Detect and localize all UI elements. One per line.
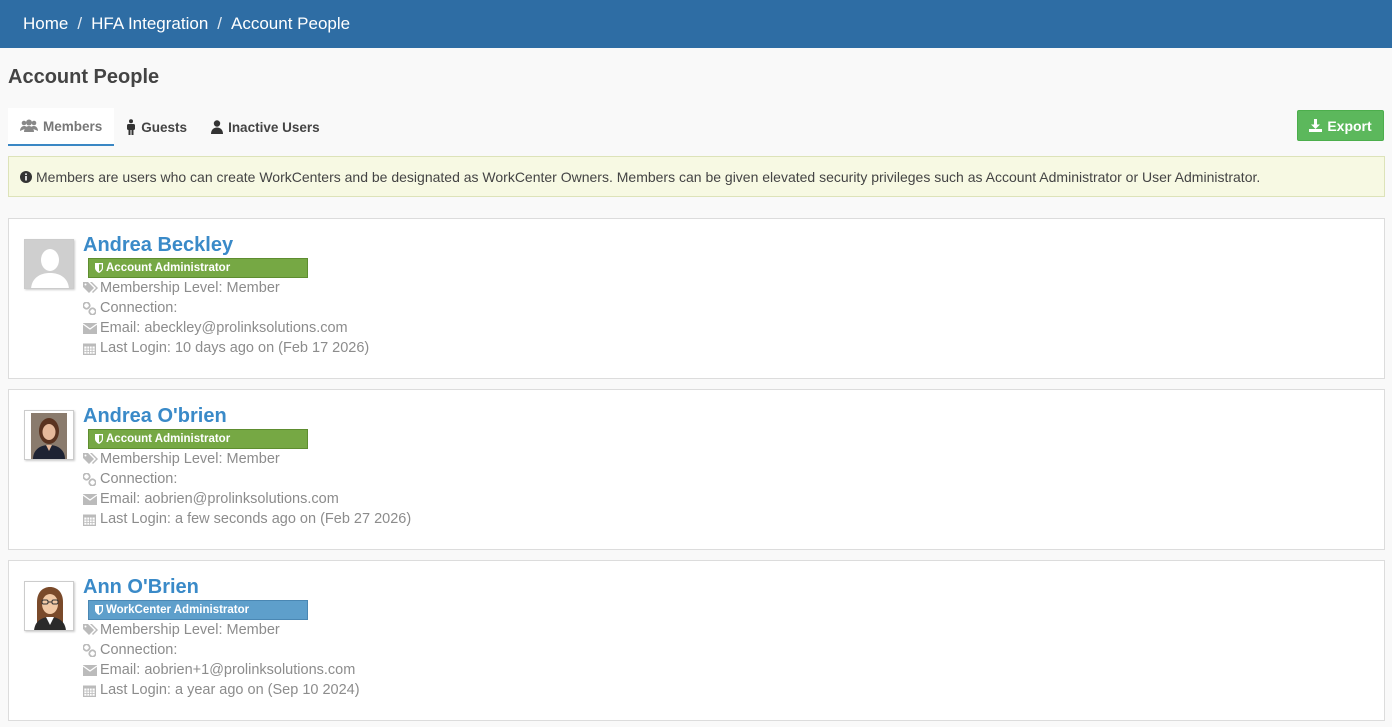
tab-inactive-users-label: Inactive Users [228, 119, 320, 135]
person-card: Ann O'Brien WorkCenter Administrator Mem… [8, 560, 1385, 721]
shield-icon [95, 605, 103, 615]
info-text: Members are users who can create WorkCen… [36, 168, 1261, 185]
export-label: Export [1327, 117, 1372, 134]
tab-list: Members Guests Inactive Users [8, 108, 1384, 146]
last-login-text: Last Login: a year ago on (Sep 10 2024) [100, 682, 360, 698]
male-icon [126, 119, 136, 135]
role-label: WorkCenter Administrator [106, 604, 250, 616]
envelope-icon [83, 664, 100, 676]
export-button[interactable]: Export [1297, 110, 1384, 141]
tab-inactive-users[interactable]: Inactive Users [199, 108, 332, 146]
breadcrumb-current: Account People [231, 14, 351, 33]
shield-icon [95, 263, 103, 273]
tags-icon [83, 453, 100, 465]
calendar-icon [83, 684, 100, 697]
last-login: Last Login: 10 days ago on (Feb 17 2026) [83, 338, 369, 358]
membership-text: Membership Level: Member [100, 280, 280, 296]
email-text: Email: abeckley@prolinksolutions.com [100, 320, 348, 336]
last-login: Last Login: a year ago on (Sep 10 2024) [83, 680, 360, 700]
cartoon-avatar[interactable] [24, 581, 74, 631]
users-icon [20, 119, 38, 133]
last-login-text: Last Login: a few seconds ago on (Feb 27… [100, 511, 412, 527]
tab-guests-label: Guests [141, 119, 188, 135]
tabs-row: Members Guests Inactive Users Export [8, 108, 1384, 148]
email: Email: aobrien@prolinksolutions.com [83, 489, 411, 509]
link-icon [83, 643, 100, 657]
person-name-link[interactable]: Ann O'Brien [83, 575, 360, 599]
photo-avatar[interactable] [24, 410, 74, 460]
page-title: Account People [8, 66, 160, 88]
breadcrumb-separator: / [77, 14, 83, 33]
person-card: Andrea O'brien Account Administrator Mem… [8, 389, 1385, 550]
tags-icon [83, 282, 100, 294]
calendar-icon [83, 342, 100, 355]
link-icon [83, 301, 100, 315]
connection-text: Connection: [100, 471, 178, 487]
breadcrumb-home-link[interactable]: Home [23, 14, 68, 34]
connection-text: Connection: [100, 642, 178, 658]
person-details: Ann O'Brien WorkCenter Administrator Mem… [83, 575, 360, 700]
email: Email: aobrien+1@prolinksolutions.com [83, 660, 360, 680]
membership-level: Membership Level: Member [83, 620, 360, 640]
role-label: Account Administrator [106, 262, 231, 274]
membership-level: Membership Level: Member [83, 449, 411, 469]
connection-text: Connection: [100, 300, 178, 316]
breadcrumb-hfa-link[interactable]: HFA Integration [91, 14, 208, 34]
membership-level: Membership Level: Member [83, 278, 369, 298]
connection: Connection: [83, 469, 411, 489]
connection: Connection: [83, 640, 360, 660]
person-details: Andrea Beckley Account Administrator Mem… [83, 233, 369, 358]
last-login-text: Last Login: 10 days ago on (Feb 17 2026) [100, 340, 370, 356]
envelope-icon [83, 493, 100, 505]
email-text: Email: aobrien+1@prolinksolutions.com [100, 662, 356, 678]
person-name-link[interactable]: Andrea O'brien [83, 404, 411, 428]
role-label: Account Administrator [106, 433, 231, 445]
person-card: Andrea Beckley Account Administrator Mem… [8, 218, 1385, 379]
user-icon [211, 120, 224, 134]
last-login: Last Login: a few seconds ago on (Feb 27… [83, 509, 411, 529]
connection: Connection: [83, 298, 369, 318]
membership-text: Membership Level: Member [100, 622, 280, 638]
role-badge: Account Administrator [88, 429, 308, 449]
download-icon [1309, 119, 1323, 132]
tags-icon [83, 624, 100, 636]
calendar-icon [83, 513, 100, 526]
breadcrumb: Home / HFA Integration / Account People [0, 0, 1392, 48]
info-alert: Members are users who can create WorkCen… [8, 156, 1385, 197]
envelope-icon [83, 322, 100, 334]
tab-members-label: Members [43, 118, 103, 134]
membership-text: Membership Level: Member [100, 451, 280, 467]
link-icon [83, 472, 100, 486]
person-details: Andrea O'brien Account Administrator Mem… [83, 404, 411, 529]
people-list: Andrea Beckley Account Administrator Mem… [0, 218, 1392, 721]
email: Email: abeckley@prolinksolutions.com [83, 318, 369, 338]
email-text: Email: aobrien@prolinksolutions.com [100, 491, 339, 507]
person-name-link[interactable]: Andrea Beckley [83, 233, 369, 257]
default-avatar[interactable] [24, 239, 74, 289]
tab-guests[interactable]: Guests [114, 108, 199, 146]
shield-icon [95, 434, 103, 444]
role-badge: WorkCenter Administrator [88, 600, 308, 620]
breadcrumb-separator: / [217, 14, 223, 33]
tab-members[interactable]: Members [8, 108, 115, 146]
info-circle-icon [20, 170, 32, 183]
role-badge: Account Administrator [88, 258, 308, 278]
